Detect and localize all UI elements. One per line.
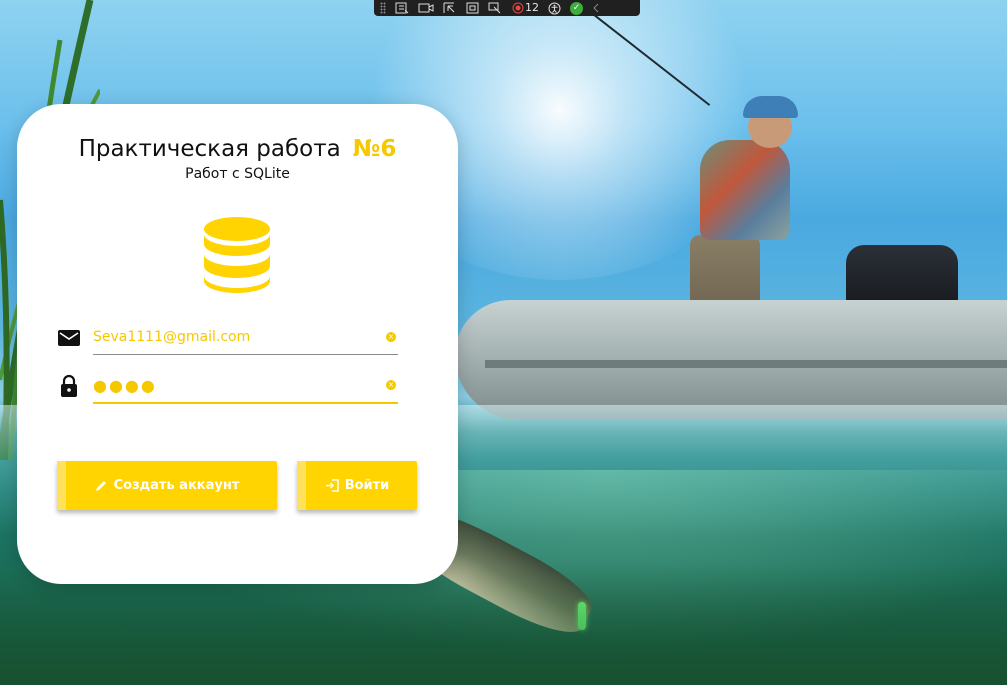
page-title: Практическая работа №6 [17,136,458,162]
binding-failures-icon[interactable]: 12 [511,0,539,16]
binding-failures-count: 12 [525,1,539,14]
pencil-icon [95,481,106,491]
login-card: Практическая работа №6 Работ с SQLite × × [17,104,458,584]
layout-adorner-icon[interactable] [466,2,479,14]
page-subtitle: Работ с SQLite [185,166,290,182]
collapse-icon[interactable] [592,2,600,14]
create-account-button[interactable]: Создать аккаунт [57,461,277,510]
live-tree-icon[interactable] [395,2,409,14]
login-icon [325,479,339,492]
create-account-label: Создать аккаунт [113,478,240,493]
select-element-icon[interactable] [443,2,457,14]
title-number: №6 [352,136,397,162]
record-icon[interactable] [418,2,434,14]
password-underline [93,402,398,404]
title-text: Практическая работа [78,136,341,162]
password-field-group: × [57,370,399,406]
devtools-toolbar: 12 ✓ [374,0,640,16]
button-edge [297,461,306,510]
clear-email-icon[interactable]: × [386,332,396,342]
password-input[interactable] [93,370,398,400]
accessibility-icon[interactable] [548,2,561,15]
database-icon [204,217,270,293]
fisherman-cap [743,96,798,118]
grip-icon[interactable] [380,2,386,14]
email-field-group: × [57,322,399,358]
email-input[interactable] [93,322,398,352]
email-icon [58,330,80,346]
clear-password-icon[interactable]: × [386,380,396,390]
inflatable-boat [455,300,1007,420]
fisherman-body [700,140,790,240]
email-underline [93,354,398,355]
login-button[interactable]: Войти [297,461,417,510]
check-icon[interactable]: ✓ [570,1,583,15]
login-label: Войти [344,478,390,493]
button-edge [57,461,66,510]
track-focus-icon[interactable] [488,2,502,14]
lock-icon [61,374,77,397]
